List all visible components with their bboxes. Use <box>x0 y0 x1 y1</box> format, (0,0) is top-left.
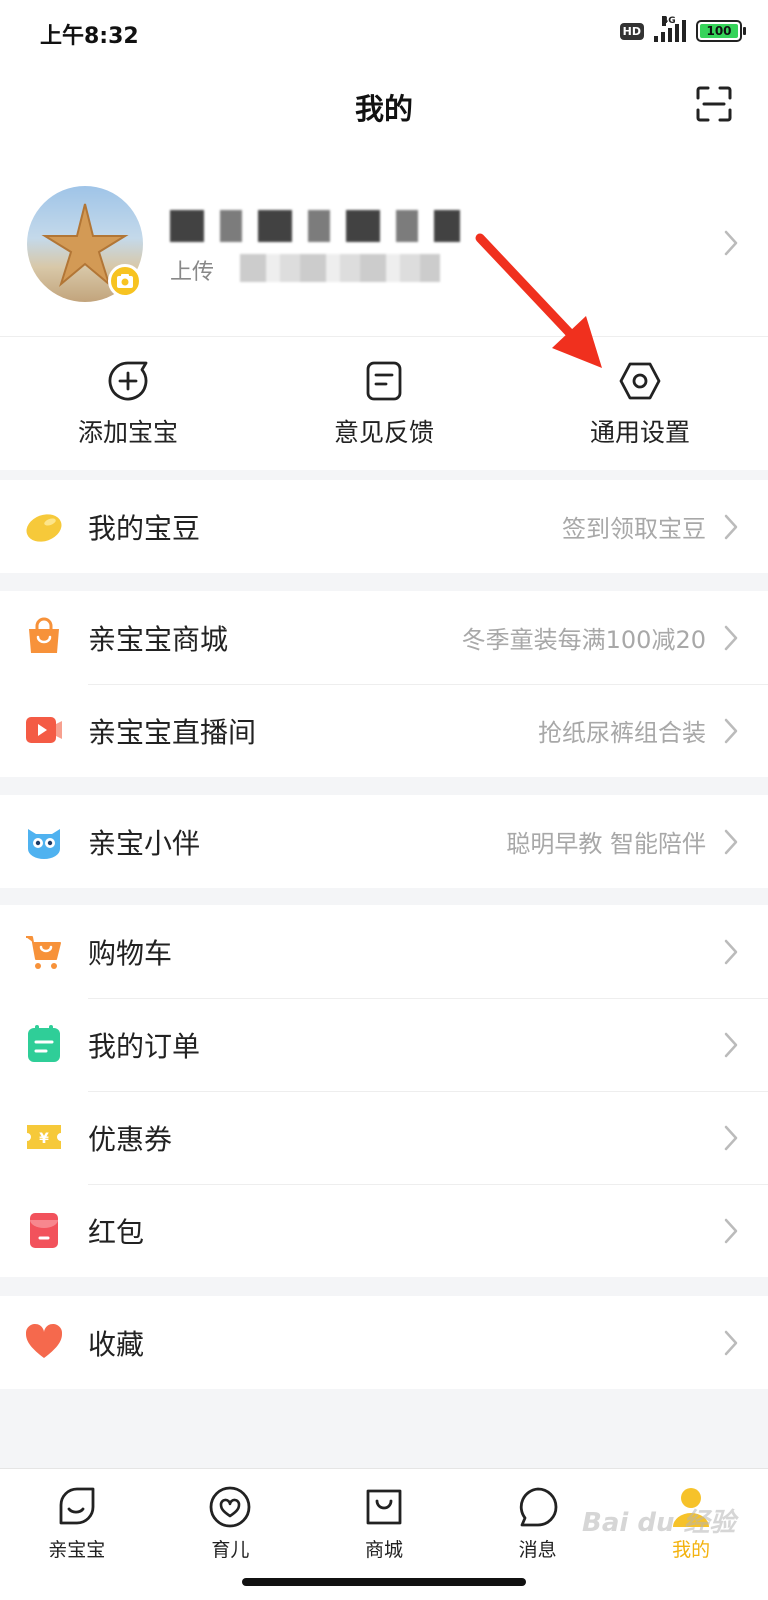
menu-group-favorites: 收藏 <box>0 1296 768 1389</box>
status-bar: 上午8:32 HD 4G 100 <box>0 0 768 64</box>
live-room-hint: 抢纸尿裤组合装 <box>538 719 706 747</box>
feedback-icon <box>366 361 402 401</box>
feedback-button[interactable]: 意见反馈 <box>256 337 512 470</box>
chevron-right-icon <box>724 625 738 651</box>
favorites-row[interactable]: 收藏 <box>0 1296 768 1389</box>
add-baby-icon <box>108 361 148 401</box>
owl-icon <box>28 829 60 859</box>
signal-icon: 4G <box>654 16 686 42</box>
chevron-right-icon <box>724 514 738 540</box>
coupon-icon: ¥ <box>27 1125 61 1149</box>
camera-icon[interactable] <box>108 264 142 298</box>
my-beans-label: 我的宝豆 <box>88 511 201 545</box>
favorites-label: 收藏 <box>88 1327 145 1361</box>
feedback-label: 意见反馈 <box>333 418 434 447</box>
live-room-label: 亲宝宝直播间 <box>88 715 257 749</box>
tab-messages-label: 消息 <box>518 1539 557 1561</box>
user-name-redacted <box>170 210 460 242</box>
cart-label: 购物车 <box>88 936 173 970</box>
heart-circle-icon <box>209 1486 251 1528</box>
page-title: 我的 <box>354 92 413 126</box>
scan-icon[interactable] <box>694 84 734 124</box>
tab-mall-label: 商城 <box>364 1539 403 1561</box>
mall-hint: 冬季童装每满100减20 <box>461 626 706 654</box>
chat-bubble-icon <box>519 1487 557 1527</box>
companion-row[interactable]: 亲宝小伴 聪明早教 智能陪伴 <box>0 795 768 888</box>
order-list-icon <box>28 1025 60 1062</box>
orders-label: 我的订单 <box>88 1029 201 1063</box>
heart-icon <box>25 1323 63 1358</box>
general-settings-button[interactable]: 通用设置 <box>512 337 768 470</box>
svg-text:¥: ¥ <box>39 1131 49 1147</box>
my-page-screen: 上午8:32 HD 4G 100 我的 上传 添加宝宝 意见反馈 通用设置 我的… <box>0 0 768 1600</box>
menu-group-shop: 亲宝宝商城 冬季童装每满100减20 亲宝宝直播间 抢纸尿裤组合装 <box>0 591 768 777</box>
mall-row[interactable]: 亲宝宝商城 冬季童装每满100减20 <box>0 591 768 684</box>
bean-icon <box>26 514 62 542</box>
chevron-right-icon <box>724 718 738 744</box>
orders-row[interactable]: 我的订单 <box>0 998 768 1091</box>
my-beans-hint: 签到领取宝豆 <box>562 515 706 543</box>
leaf-home-icon <box>59 1487 95 1525</box>
chevron-right-icon <box>724 1125 738 1151</box>
coupons-label: 优惠券 <box>88 1122 173 1156</box>
menu-group-beans: 我的宝豆 签到领取宝豆 <box>0 480 768 573</box>
chevron-right-icon <box>724 1032 738 1058</box>
status-icons: HD 4G 100 <box>619 16 746 42</box>
status-time: 上午8:32 <box>40 24 139 49</box>
chevron-right-icon <box>724 230 738 256</box>
quick-actions: 添加宝宝 意见反馈 通用设置 <box>0 336 768 470</box>
settings-hexagon-icon <box>619 362 661 400</box>
companion-hint: 聪明早教 智能陪伴 <box>506 830 706 858</box>
red-packet-row[interactable]: 红包 <box>0 1184 768 1277</box>
red-packet-icon <box>30 1213 58 1248</box>
home-indicator[interactable] <box>242 1578 526 1586</box>
upload-info-redacted <box>240 254 440 282</box>
hd-badge: HD <box>619 22 644 40</box>
title-bar: 我的 <box>0 64 768 150</box>
chevron-right-icon <box>724 1218 738 1244</box>
general-settings-label: 通用设置 <box>589 418 690 447</box>
chevron-right-icon <box>724 829 738 855</box>
my-beans-row[interactable]: 我的宝豆 签到领取宝豆 <box>0 480 768 573</box>
network-type: 4G <box>662 16 676 26</box>
add-baby-label: 添加宝宝 <box>77 418 178 447</box>
coupons-row[interactable]: ¥ 优惠券 <box>0 1091 768 1184</box>
profile-card[interactable]: 上传 <box>0 150 768 336</box>
chevron-right-icon <box>724 1330 738 1356</box>
companion-label: 亲宝小伴 <box>88 826 201 860</box>
mall-label: 亲宝宝商城 <box>88 622 229 656</box>
menu-group-orders: 购物车 我的订单 ¥ 优惠券 红包 <box>0 905 768 1277</box>
battery-icon: 100 <box>696 20 746 42</box>
shopping-bag-icon <box>29 617 59 653</box>
menu-group-companion: 亲宝小伴 聪明早教 智能陪伴 <box>0 795 768 888</box>
tab-parenting-label: 育儿 <box>211 1539 250 1561</box>
watermark: Bai du 经验 <box>582 1508 736 1538</box>
upload-label: 上传 <box>170 260 215 285</box>
red-packet-label: 红包 <box>88 1215 145 1249</box>
cart-row[interactable]: 购物车 <box>0 905 768 998</box>
shopping-bag-icon <box>366 1489 402 1525</box>
add-baby-button[interactable]: 添加宝宝 <box>0 337 256 470</box>
live-video-icon <box>26 717 62 743</box>
tab-home-label: 亲宝宝 <box>48 1539 106 1561</box>
live-room-row[interactable]: 亲宝宝直播间 抢纸尿裤组合装 <box>0 684 768 777</box>
battery-level: 100 <box>700 24 738 38</box>
shopping-cart-icon <box>26 936 61 969</box>
tab-mine-label: 我的 <box>672 1539 711 1561</box>
tab-home[interactable]: 亲宝宝 <box>0 1469 154 1600</box>
chevron-right-icon <box>724 939 738 965</box>
